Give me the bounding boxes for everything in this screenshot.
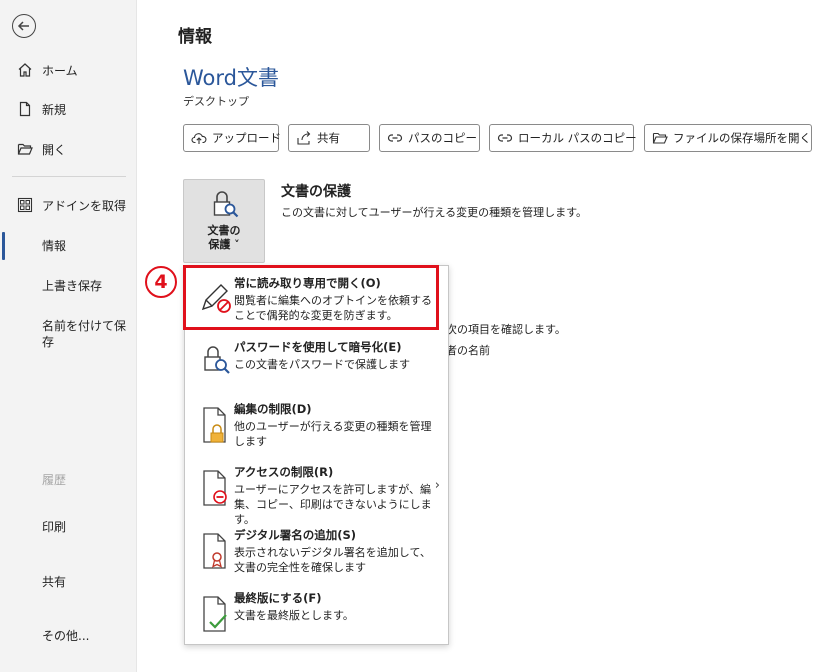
nav-open-label: 開く [42, 142, 67, 157]
back-arrow-icon [17, 21, 29, 31]
nav-new[interactable]: 新規 [0, 96, 137, 122]
copy-local-path-label: ローカル パスのコピー [518, 131, 637, 145]
menu-item-encrypt-title: パスワードを使用して暗号化(E) [234, 340, 402, 354]
document-ribbon-icon [203, 533, 226, 569]
backstage-sidebar: ホーム 新規 開く アドインを取得 情報 上書き保存 名前を付けて保存 履歴 印… [0, 0, 137, 672]
background-author-text: 者の名前 [446, 344, 490, 357]
share-label: 共有 [317, 131, 340, 145]
open-file-location-button[interactable]: ファイルの保存場所を開く [644, 124, 812, 152]
protect-section-title: 文書の保護 [281, 184, 351, 200]
link-icon [497, 134, 513, 142]
folder-open-icon [17, 143, 33, 155]
document-lock-icon [203, 407, 226, 443]
nav-share[interactable]: 共有 [0, 568, 137, 594]
nav-share-label: 共有 [42, 574, 67, 589]
open-file-location-label: ファイルの保存場所を開く [673, 131, 811, 145]
nav-open[interactable]: 開く [0, 136, 137, 162]
nav-home-label: ホーム [42, 63, 78, 78]
addins-grid-icon [17, 197, 33, 213]
nav-info-label: 情報 [42, 238, 67, 253]
document-check-icon [203, 596, 227, 632]
protect-document-button[interactable]: 文書の 保護 ˅ [183, 179, 265, 263]
menu-item-digital-signature[interactable]: デジタル署名の追加(S) 表示されないデジタル署名を追加して、文書の完全性を確保… [185, 527, 448, 582]
menu-item-mark-final-title: 最終版にする(F) [234, 591, 322, 605]
nav-new-label: 新規 [42, 102, 67, 117]
menu-item-restrict-editing-title: 編集の制限(D) [234, 402, 312, 416]
step-number-badge: 4 [145, 266, 177, 298]
copy-local-path-button[interactable]: ローカル パスのコピー [489, 124, 637, 152]
nav-history: 履歴 [0, 466, 137, 492]
menu-item-restrict-editing-desc: 他のユーザーが行える変更の種類を管理します [234, 420, 432, 448]
menu-item-restrict-editing[interactable]: 編集の制限(D) 他のユーザーが行える変更の種類を管理します [185, 401, 448, 456]
protect-section-description: この文書に対してユーザーが行える変更の種類を管理します。 [281, 206, 588, 219]
nav-save-as[interactable]: 名前を付けて保存 [42, 318, 130, 350]
upload-button[interactable]: アップロード [183, 124, 281, 152]
nav-save[interactable]: 上書き保存 [0, 272, 137, 298]
folder-open-icon [652, 132, 668, 144]
nav-more[interactable]: その他... [0, 622, 137, 648]
nav-history-label: 履歴 [42, 472, 67, 487]
nav-print-label: 印刷 [42, 519, 67, 534]
page-title: 情報 [178, 27, 212, 47]
menu-item-encrypt-desc: この文書をパスワードで保護します [234, 358, 410, 371]
protect-label-line2: 保護 ˅ [208, 238, 240, 251]
cloud-upload-icon [191, 133, 207, 144]
nav-info[interactable]: 情報 [0, 232, 137, 258]
menu-item-mark-final[interactable]: 最終版にする(F) 文書を最終版とします。 [185, 590, 448, 640]
home-icon [18, 63, 32, 77]
lock-magnifier-icon [213, 191, 239, 218]
nav-home[interactable]: ホーム [0, 57, 137, 83]
link-icon [387, 134, 403, 142]
menu-item-restrict-access[interactable]: アクセスの制限(R) ユーザーにアクセスを許可しますが、編集、コピー、印刷はでき… [185, 464, 448, 526]
nav-get-addins-label: アドインを取得 [42, 198, 127, 213]
document-prohibited-icon [203, 470, 227, 506]
highlight-annotation-box [183, 265, 439, 330]
menu-item-restrict-access-desc: ユーザーにアクセスを許可しますが、編集、コピー、印刷はできないようにします。 [234, 483, 432, 526]
chevron-right-icon: › [434, 478, 440, 493]
background-inspect-text: 次の項目を確認します。 [446, 323, 566, 336]
copy-path-label: パスのコピー [408, 131, 477, 145]
menu-item-mark-final-desc: 文書を最終版とします。 [234, 609, 354, 622]
back-button[interactable] [12, 14, 36, 38]
nav-print[interactable]: 印刷 [0, 513, 137, 539]
menu-item-digital-signature-title: デジタル署名の追加(S) [234, 528, 357, 542]
document-location: デスクトップ [183, 95, 249, 108]
nav-separator [12, 176, 126, 177]
menu-item-encrypt[interactable]: パスワードを使用して暗号化(E) この文書をパスワードで保護します [185, 339, 448, 389]
nav-save-label: 上書き保存 [42, 278, 103, 293]
protect-label-line1: 文書の [207, 224, 241, 237]
share-icon [297, 131, 311, 145]
nav-more-label: その他... [42, 628, 90, 643]
menu-item-digital-signature-desc: 表示されないデジタル署名を追加して、文書の完全性を確保します [234, 546, 431, 574]
upload-label: アップロード [212, 131, 281, 145]
document-title: Word文書 [183, 66, 279, 90]
share-button[interactable]: 共有 [288, 124, 370, 152]
copy-path-button[interactable]: パスのコピー [379, 124, 480, 152]
nav-get-addins[interactable]: アドインを取得 [0, 192, 137, 218]
lock-magnifier-icon [204, 346, 230, 374]
menu-item-restrict-access-title: アクセスの制限(R) [234, 465, 334, 479]
new-document-icon [19, 101, 31, 117]
protect-document-label: 文書の 保護 ˅ [184, 224, 264, 252]
